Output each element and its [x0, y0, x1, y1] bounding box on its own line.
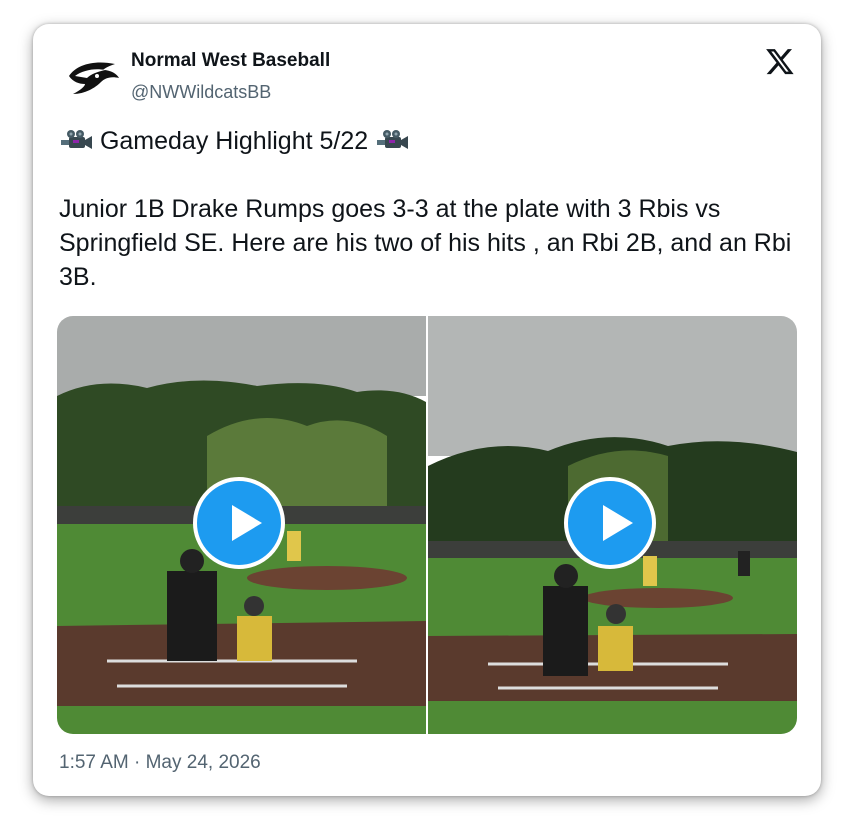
tweet-text: Gameday Highlight 5/22 Junior 1B Drake R…: [59, 124, 799, 294]
account-name[interactable]: Normal West Baseball: [131, 50, 330, 72]
movie-camera-icon: [377, 130, 409, 149]
video-thumbnail[interactable]: [57, 316, 426, 734]
movie-camera-icon: [61, 130, 92, 149]
account-handle[interactable]: @NWWildcatsBB: [131, 82, 271, 103]
wildcat-logo-icon[interactable]: [65, 56, 121, 100]
media-grid: [57, 316, 797, 734]
play-icon[interactable]: [193, 477, 285, 569]
tweet-headline: Gameday Highlight 5/22: [59, 124, 799, 158]
tweet-card: Normal West Baseball @NWWildcatsBB Gamed…: [33, 24, 821, 796]
timestamp[interactable]: 1:57 AM · May 24, 2026: [59, 752, 261, 774]
tweet-body: Junior 1B Drake Rumps goes 3-3 at the pl…: [59, 195, 792, 291]
video-thumbnail[interactable]: [428, 316, 797, 734]
play-icon[interactable]: [564, 477, 656, 569]
x-logo-icon[interactable]: [765, 46, 795, 76]
tweet-headline-text: Gameday Highlight 5/22: [99, 127, 369, 155]
